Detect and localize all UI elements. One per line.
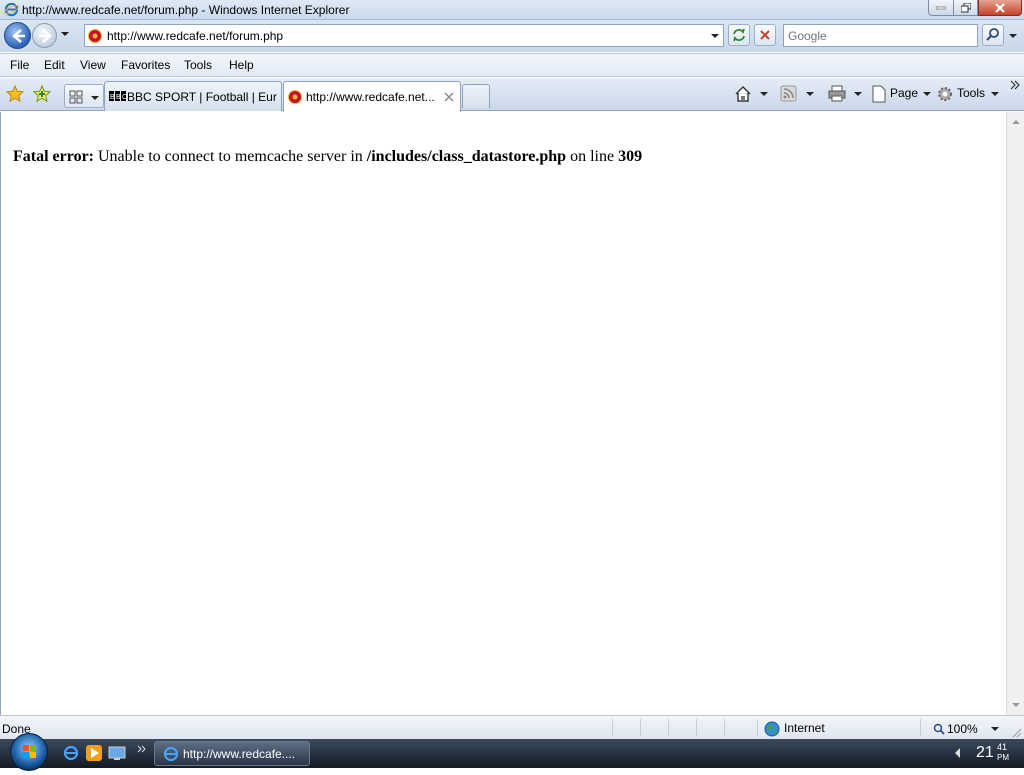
taskbar: http://www.redcafe.... 21 41 PM [0,733,1024,771]
tab-bar: B B C BBC SPORT | Football | Eur... http… [0,78,1024,112]
address-bar[interactable]: http://www.redcafe.net/forum.php [84,24,724,47]
quick-tabs-icon [69,90,99,104]
window-title: http://www.redcafe.net/forum.php - Windo… [22,3,350,17]
bbc-icon: B B C [109,91,127,101]
quicklaunch-expand-icon[interactable] [137,745,147,755]
ie-logo-icon [4,2,19,17]
close-button[interactable] [978,0,1022,16]
error-line-text: on line [566,148,619,165]
search-input[interactable] [788,29,968,43]
recent-pages-dropdown[interactable] [61,32,69,36]
redcafe-icon [288,90,302,104]
svg-text:B: B [110,94,115,101]
status-divider [724,719,725,736]
new-tab-button[interactable] [462,84,490,108]
title-bar: http://www.redcafe.net/forum.php - Windo… [0,0,1024,20]
gear-icon[interactable] [936,85,954,103]
search-button[interactable] [982,24,1004,46]
close-icon [995,2,1005,13]
page-icon[interactable] [871,85,887,103]
zoom-level[interactable]: 100% [947,722,978,736]
feeds-button[interactable] [780,85,816,103]
tools-menu-button[interactable]: Tools [957,86,985,100]
quick-tabs-button[interactable] [64,84,104,108]
status-divider [920,719,921,736]
tab-bbc-sport[interactable]: B B C BBC SPORT | Football | Eur... [104,81,282,111]
address-url[interactable]: http://www.redcafe.net/forum.php [107,29,283,43]
search-options-dropdown[interactable] [1006,24,1020,46]
ie-icon [163,746,179,762]
minimize-icon [936,6,946,9]
scroll-up-arrow-icon[interactable] [1012,120,1020,124]
resize-grip-icon[interactable] [1010,726,1022,738]
security-zone-label[interactable]: Internet [784,721,825,735]
back-arrow-icon [12,29,25,43]
scroll-down-arrow-icon[interactable] [1012,703,1020,707]
forward-arrow-icon [39,29,52,43]
clock-period[interactable]: PM [997,753,1009,762]
search-box[interactable] [783,24,978,47]
clock-minute[interactable]: 41 [997,742,1007,752]
navigation-bar: http://www.redcafe.net/forum.php [0,20,1024,52]
stop-icon [760,30,770,40]
internet-globe-icon [764,721,780,737]
clock-hour[interactable]: 21 [976,744,994,762]
error-path: /includes/class_datastore.php [366,148,567,165]
stop-button[interactable] [754,24,776,46]
menu-tools[interactable]: Tools [184,58,212,72]
show-hidden-icons-arrow[interactable] [955,748,960,758]
error-line-number: 309 [618,148,643,165]
start-button[interactable] [10,733,48,771]
vertical-scrollbar[interactable] [1006,112,1024,715]
status-divider [668,719,669,736]
print-button[interactable] [828,85,864,103]
quicklaunch-show-desktop-icon[interactable] [108,744,126,762]
error-text: Unable to connect to memcache server in [94,148,367,165]
windows-logo-icon [23,745,36,758]
status-divider [757,719,758,736]
status-divider [612,719,613,736]
add-favorites-icon[interactable] [33,85,51,103]
page-menu-button[interactable]: Page [890,86,918,100]
address-dropdown-icon[interactable] [711,34,719,38]
forward-button[interactable] [32,23,57,48]
chevron-right-icon[interactable] [1010,80,1020,90]
chevron-down-icon[interactable] [990,726,1000,732]
menu-view[interactable]: View [80,58,106,72]
refresh-icon [733,28,745,42]
taskbar-button-ie[interactable]: http://www.redcafe.... [154,741,310,766]
svg-text:B: B [116,94,121,101]
restore-icon [960,2,971,12]
zoom-icon [933,723,945,735]
chevron-down-icon[interactable] [922,91,932,97]
status-divider [640,719,641,736]
menu-file[interactable]: File [10,58,29,72]
error-message: Fatal error: Unable to connect to memcac… [13,148,642,166]
tab-label: http://www.redcafe.net... [306,90,435,104]
menu-edit[interactable]: Edit [44,58,65,72]
quicklaunch-ie-icon[interactable] [62,744,80,762]
tab-redcafe[interactable]: http://www.redcafe.net... [283,81,461,112]
taskbar-button-label: http://www.redcafe.... [183,747,296,761]
error-label: Fatal error: [13,148,94,165]
maximize-button[interactable] [953,0,978,16]
chevron-down-icon[interactable] [990,91,1000,97]
chevron-down-icon [1009,34,1017,38]
favorites-star-icon[interactable] [6,85,24,103]
menu-favorites[interactable]: Favorites [121,58,170,72]
tab-label: BBC SPORT | Football | Eur... [127,90,277,104]
menu-help[interactable]: Help [229,58,254,72]
status-bar: Done Internet 100% [0,715,1024,739]
refresh-button[interactable] [728,24,750,46]
status-divider [696,719,697,736]
back-button[interactable] [4,22,31,49]
close-tab-icon[interactable] [444,92,454,102]
home-button[interactable] [734,85,770,103]
quicklaunch-media-player-icon[interactable] [85,744,103,762]
search-icon [986,28,999,41]
menu-bar: File Edit View Favorites Tools Help [0,53,1024,77]
redcafe-favicon-icon [88,29,102,43]
minimize-button[interactable] [928,0,954,16]
page-content: Fatal error: Unable to connect to memcac… [0,112,1006,715]
